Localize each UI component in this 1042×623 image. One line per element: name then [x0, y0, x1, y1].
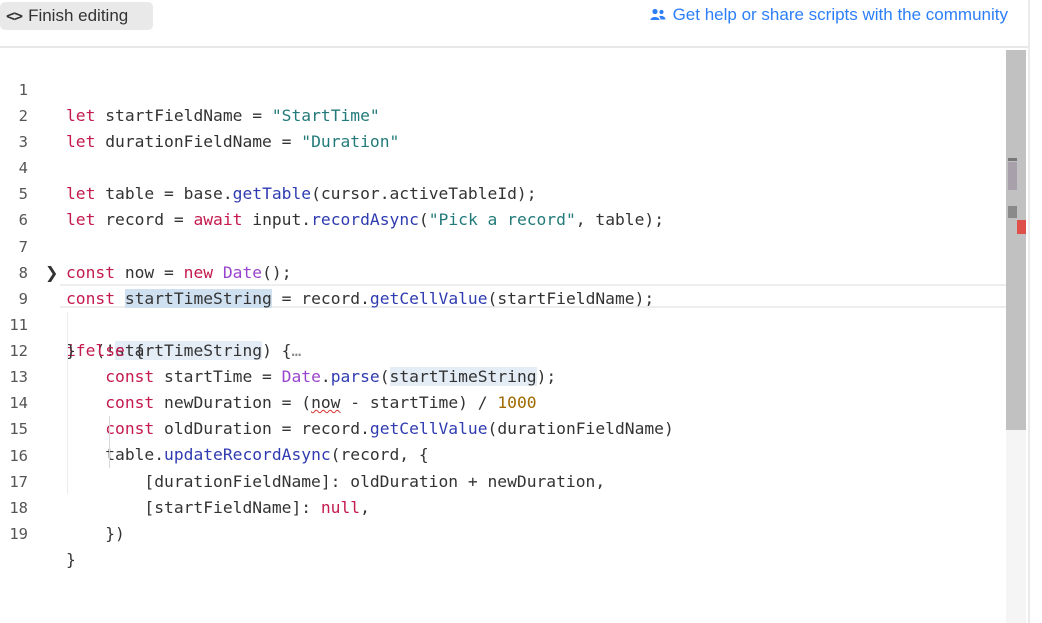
line-number: 19	[9, 525, 28, 543]
community-help-label: Get help or share scripts with the commu…	[672, 5, 1008, 24]
editor-toolbar: <> Finish editing Get help or share scri…	[0, 0, 1028, 48]
overview-ruler-mark	[1008, 162, 1017, 190]
code-editor[interactable]: 1 let startFieldName = "StartTime" 2 let…	[0, 50, 1028, 623]
code-line: 5 let record = await input.recordAsync("…	[0, 155, 664, 229]
code-line: 14 const oldDuration = record.getCellVal…	[0, 364, 673, 438]
code-line: 9 ❯ if (!startTimeString) {…	[0, 260, 301, 360]
code-line: 8 const startTimeString = record.getCell…	[0, 234, 654, 308]
code-line: 13 const newDuration = (now - startTime)…	[0, 338, 536, 412]
finish-editing-button[interactable]: <> Finish editing	[0, 2, 153, 30]
code-line: 11 } else {	[0, 286, 144, 360]
vertical-scrollbar-thumb[interactable]	[1006, 50, 1026, 430]
code-line: 12 const startTime = Date.parse(startTim…	[0, 312, 556, 386]
code-line: 6	[0, 181, 39, 229]
code-line: 2 let durationFieldName = "Duration"	[0, 77, 400, 151]
community-help-link[interactable]: Get help or share scripts with the commu…	[650, 5, 1008, 25]
panel-divider	[1028, 0, 1030, 623]
code-line: 1 let startFieldName = "StartTime"	[0, 51, 380, 125]
code-line: 18 })	[0, 469, 125, 543]
overview-ruler-mark	[1008, 158, 1017, 161]
code-line: 15 table.updateRecordAsync(record, {	[0, 390, 428, 464]
code-line: 16 [durationFieldName]: oldDuration + ne…	[0, 417, 605, 491]
code-line: 3	[0, 103, 39, 151]
code-line: 7 const now = new Date();	[0, 208, 292, 282]
finish-editing-label: Finish editing	[28, 6, 129, 25]
folded-code-marker[interactable]: …	[292, 341, 302, 360]
fold-chevron-icon[interactable]: ❯	[45, 260, 58, 286]
code-line: 19 }	[0, 495, 75, 569]
overview-ruler-error-mark	[1017, 220, 1026, 234]
code-icon: <>	[6, 7, 23, 25]
indent-guide	[67, 312, 68, 494]
people-icon	[650, 8, 666, 20]
indent-guide	[109, 416, 110, 468]
overview-ruler-mark	[1008, 206, 1017, 218]
code-line: 4 let table = base.getTable(cursor.activ…	[0, 129, 537, 203]
code-line: 17 [startFieldName]: null,	[0, 443, 370, 517]
